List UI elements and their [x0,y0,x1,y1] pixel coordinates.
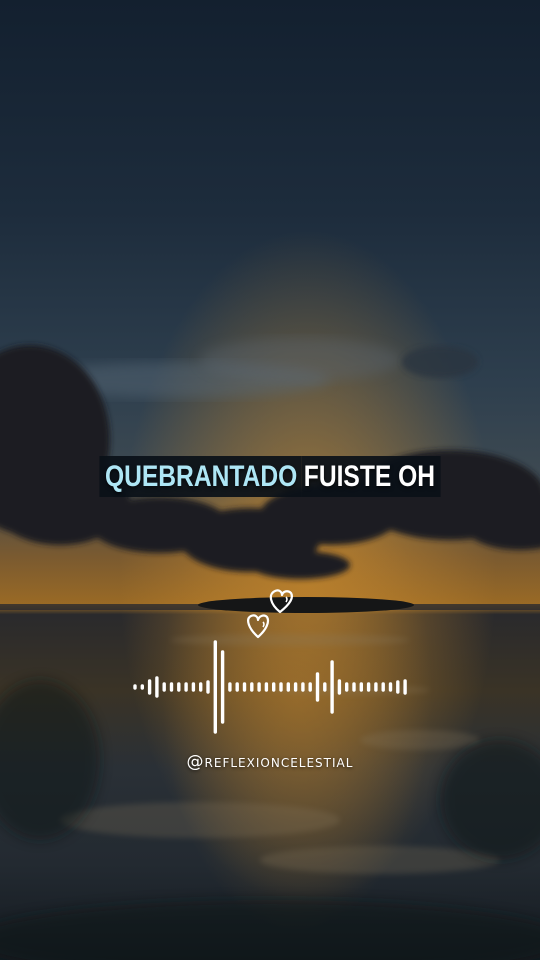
caption-rest: FUISTE OH [301,456,441,497]
caption-highlight-word: QUEBRANTADO [99,456,302,497]
lyrics-caption: QUEBRANTADO FUISTE OH [49,456,492,497]
creator-handle: @reflexioncelestial [186,752,354,772]
